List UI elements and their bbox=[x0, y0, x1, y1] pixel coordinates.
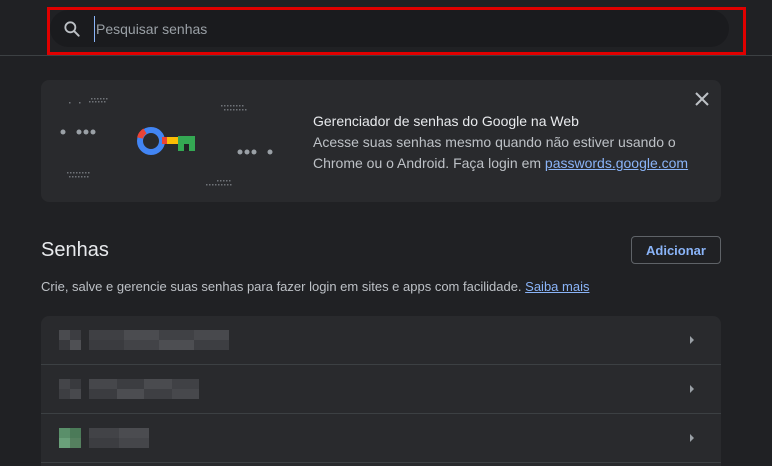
chevron-right-icon bbox=[690, 385, 694, 393]
promo-description: Acesse suas senhas mesmo quando não esti… bbox=[313, 132, 693, 174]
search-highlight-box bbox=[47, 7, 746, 55]
site-name-blurred bbox=[89, 379, 199, 399]
add-password-button[interactable]: Adicionar bbox=[631, 236, 721, 264]
password-list-item[interactable] bbox=[41, 414, 721, 463]
site-name-blurred bbox=[89, 330, 229, 350]
site-favicon bbox=[59, 330, 81, 350]
promo-description-line1: Acesse suas senhas mesmo quando não esti… bbox=[313, 134, 676, 150]
password-list-item[interactable] bbox=[41, 316, 721, 365]
section-description-text: Crie, salve e gerencie suas senhas para … bbox=[41, 279, 526, 294]
password-manager-promo-card: Gerenciador de senhas do Google na Web A… bbox=[41, 80, 721, 202]
learn-more-link[interactable]: Saiba mais bbox=[525, 279, 589, 294]
password-list-item[interactable] bbox=[41, 365, 721, 414]
password-list bbox=[41, 316, 721, 466]
promo-title: Gerenciador de senhas do Google na Web bbox=[313, 113, 579, 129]
passwords-google-link[interactable]: passwords.google.com bbox=[545, 155, 688, 171]
site-favicon bbox=[59, 428, 81, 448]
passwords-section-description: Crie, salve e gerencie suas senhas para … bbox=[41, 279, 589, 294]
site-name-blurred bbox=[89, 428, 149, 448]
chevron-right-icon bbox=[690, 434, 694, 442]
passwords-section-title: Senhas bbox=[41, 239, 109, 261]
password-key-illustration bbox=[60, 98, 273, 186]
close-icon[interactable] bbox=[693, 90, 711, 108]
promo-description-line2: Chrome ou o Android. Faça login em bbox=[313, 155, 545, 171]
chevron-right-icon bbox=[690, 336, 694, 344]
site-favicon bbox=[59, 379, 81, 399]
